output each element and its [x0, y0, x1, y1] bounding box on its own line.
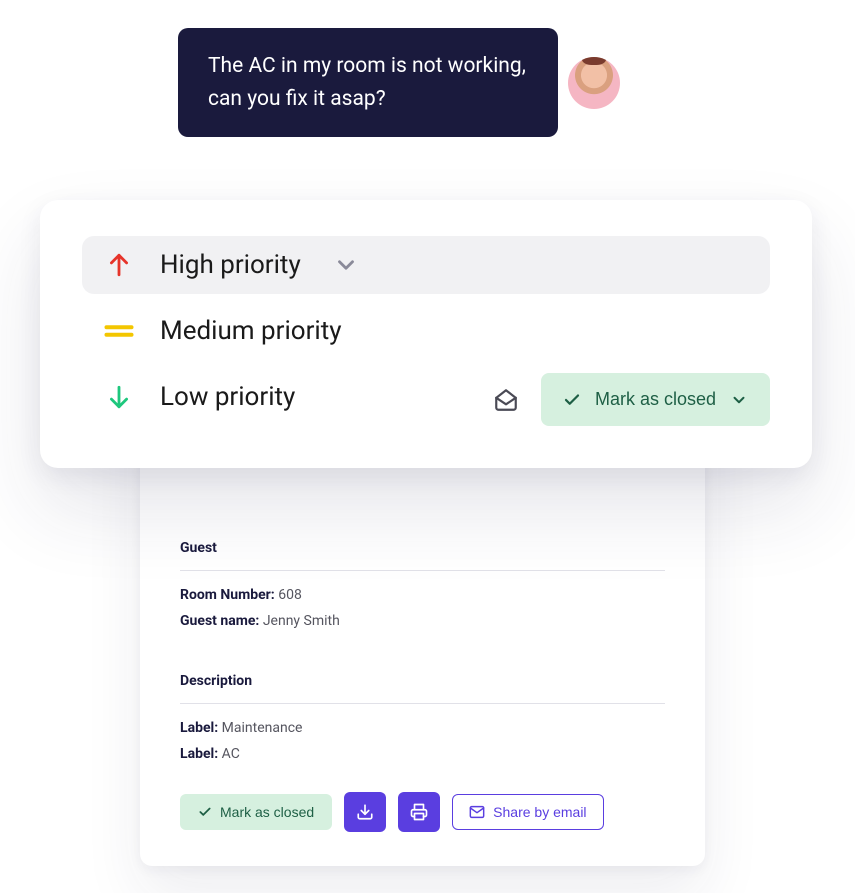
guest-section-heading: Guest [180, 540, 665, 556]
priority-high-label: High priority [160, 250, 301, 280]
room-number-label: Room Number: [180, 587, 275, 603]
guest-name-label: Guest name: [180, 613, 259, 629]
mail-open-icon[interactable] [493, 387, 519, 413]
room-number-value: 608 [278, 587, 302, 603]
download-icon [356, 803, 374, 821]
mark-closed-label-large: Mark as closed [595, 389, 716, 410]
chevron-down-icon [333, 252, 359, 278]
priority-low-label: Low priority [160, 382, 295, 412]
priority-card-actions: Mark as closed [493, 373, 770, 426]
arrow-down-icon [104, 382, 134, 412]
priority-selector-card: High priority Medium priority Low priori… [40, 200, 812, 468]
chat-bubble: The AC in my room is not working, can yo… [178, 28, 558, 137]
print-icon [410, 803, 428, 821]
guest-name-row: Guest name: Jenny Smith [180, 613, 665, 629]
room-number-row: Room Number: 608 [180, 587, 665, 603]
label-2-key: Label: [180, 746, 218, 762]
label-row-2: Label: AC [180, 746, 665, 762]
priority-option-medium[interactable]: Medium priority [82, 302, 770, 360]
description-section-heading: Description [180, 673, 665, 689]
divider [180, 703, 665, 704]
share-by-email-button[interactable]: Share by email [452, 794, 603, 830]
equals-icon [104, 321, 134, 341]
arrow-up-icon [104, 250, 134, 280]
mark-closed-button-large[interactable]: Mark as closed [541, 373, 770, 426]
priority-option-high[interactable]: High priority [82, 236, 770, 294]
check-icon [198, 805, 212, 819]
label-row-1: Label: Maintenance [180, 720, 665, 736]
mark-closed-label-small: Mark as closed [220, 804, 314, 820]
label-1-value: Maintenance [222, 720, 303, 736]
priority-medium-label: Medium priority [160, 316, 342, 346]
share-by-email-label: Share by email [493, 804, 586, 820]
guest-chat: The AC in my room is not working, can yo… [178, 28, 558, 137]
divider [180, 570, 665, 571]
check-icon [563, 391, 581, 409]
guest-avatar [568, 57, 620, 109]
ticket-actions-row: Mark as closed Share by email [180, 792, 665, 832]
chevron-down-icon [730, 391, 748, 409]
mail-icon [469, 804, 485, 820]
chat-message-text: The AC in my room is not working, can yo… [208, 54, 526, 111]
label-2-value: AC [222, 746, 240, 762]
print-button[interactable] [398, 792, 440, 832]
download-button[interactable] [344, 792, 386, 832]
label-1-key: Label: [180, 720, 218, 736]
mark-closed-button-small[interactable]: Mark as closed [180, 794, 332, 830]
guest-name-value: Jenny Smith [263, 613, 340, 629]
